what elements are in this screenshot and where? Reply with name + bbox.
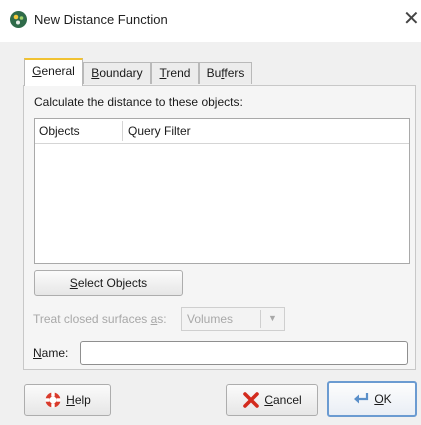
treat-surfaces-label: Treat closed surfaces as: [33, 312, 167, 326]
window-title: New Distance Function [34, 12, 168, 27]
dropdown-divider [260, 310, 261, 328]
treat-surfaces-value: Volumes [187, 312, 234, 326]
help-button[interactable]: Help [24, 384, 111, 416]
red-x-icon [243, 392, 260, 408]
select-objects-button[interactable]: Select Objects [34, 270, 183, 296]
objects-list-header: Objects Query Filter [35, 119, 409, 144]
chevron-down-icon: ▼ [268, 313, 277, 323]
column-header-query-filter[interactable]: Query Filter [128, 124, 191, 138]
close-icon[interactable]: ✕ [403, 7, 421, 31]
lifebuoy-icon [45, 392, 61, 408]
cancel-button[interactable]: Cancel [226, 384, 318, 416]
tab-buffers[interactable]: Buffers [199, 62, 252, 84]
app-icon [10, 11, 27, 28]
tab-boundary[interactable]: Boundary [83, 62, 151, 84]
name-field[interactable] [80, 341, 408, 365]
column-header-objects[interactable]: Objects [39, 124, 80, 138]
objects-list[interactable]: Objects Query Filter [34, 118, 410, 264]
tab-general[interactable]: General [24, 58, 83, 86]
title-bar: New Distance Function ✕ [0, 0, 421, 42]
tab-trend[interactable]: Trend [151, 62, 199, 84]
treat-surfaces-dropdown[interactable]: Volumes ▼ [181, 307, 285, 331]
return-arrow-icon [354, 393, 369, 404]
name-label: Name: [33, 346, 69, 360]
ok-button[interactable]: OK [327, 381, 417, 417]
column-divider [122, 121, 123, 141]
objects-label: Calculate the distance to these objects: [34, 95, 243, 109]
